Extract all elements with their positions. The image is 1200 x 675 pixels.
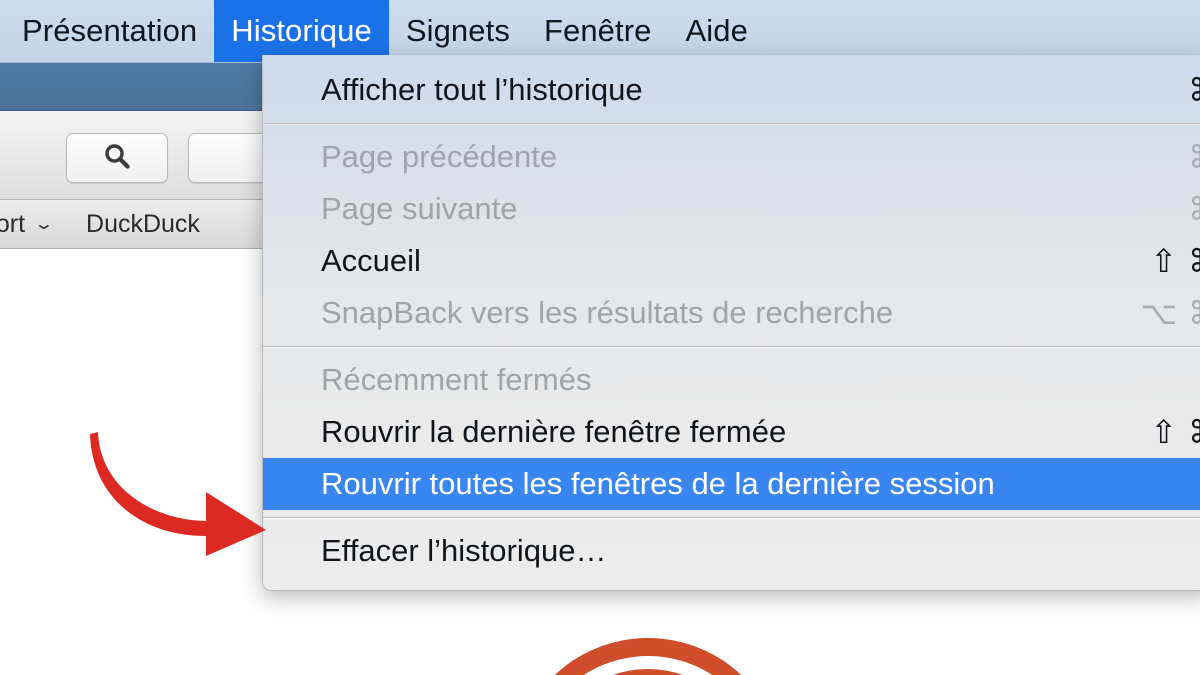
menubar-item-label: Présentation — [22, 13, 198, 48]
menu-item[interactable]: Afficher tout l’historique ⌘ — [263, 64, 1200, 116]
menu-item[interactable]: Rouvrir la dernière fenêtre fermée ⇧ ⌘ — [263, 406, 1200, 458]
menubar-item-label: Historique — [231, 13, 372, 48]
bookmark-label: DuckDuck — [86, 209, 200, 238]
menubar-item-signets[interactable]: Signets — [389, 0, 527, 62]
menu-separator — [263, 123, 1200, 124]
menubar-item-aide[interactable]: Aide — [668, 0, 764, 62]
search-button[interactable] — [66, 133, 168, 183]
bookmark-label: port — [0, 209, 26, 238]
menu-separator — [263, 517, 1200, 518]
menu-item[interactable]: Accueil ⇧ ⌘ — [263, 235, 1200, 287]
menu-item: Récemment fermés — [263, 354, 1200, 406]
menu-item-shortcut: ⌥ ⌘ — [1140, 295, 1200, 331]
screenshot-root: port ⌄ DuckDuck Présentation Historique Si… — [0, 0, 1200, 675]
menu-item-shortcut: ⌘ — [1188, 64, 1200, 116]
search-icon — [102, 141, 132, 176]
menu-item-label: Effacer l’historique… — [321, 533, 607, 568]
menubar-item-historique[interactable]: Historique — [214, 0, 389, 62]
menu-item: Page suivante ⌘ — [263, 183, 1200, 235]
menubar-item-fen-tre[interactable]: Fenêtre — [527, 0, 669, 62]
menu-item-label: Récemment fermés — [321, 362, 592, 397]
logo-ring — [530, 656, 766, 675]
menu-item-label: Afficher tout l’historique — [321, 72, 643, 107]
browser-toolbar — [0, 111, 262, 200]
menubar-item-label: Aide — [685, 13, 748, 48]
menu-item[interactable]: Rouvrir toutes les fenêtres de la derniè… — [263, 458, 1200, 510]
menubar-item-pr-sentation[interactable]: Présentation — [0, 0, 214, 62]
menu-item: SnapBack vers les résultats de recherche… — [263, 287, 1200, 339]
menu-item-label: Page suivante — [321, 191, 518, 226]
duckduckgo-logo — [512, 638, 784, 675]
menu-item: Page précédente ⌘ — [263, 131, 1200, 183]
menu-item-label: Page précédente — [321, 139, 558, 174]
menu-item-shortcut: ⌘ — [1188, 131, 1200, 183]
background-browser-window: port ⌄ DuckDuck — [0, 55, 262, 675]
bookmark-item-port[interactable]: port ⌄ — [0, 209, 55, 239]
menubar-item-label: Signets — [405, 13, 510, 48]
menu-item-label: Rouvrir toutes les fenêtres de la derniè… — [321, 466, 995, 501]
red-arrow-annotation — [90, 432, 266, 556]
menu-separator — [263, 346, 1200, 347]
toolbar-button-secondary[interactable] — [188, 133, 262, 183]
menu-item-shortcut: ⇧ ⌘ — [1150, 243, 1200, 279]
menu-item-label: SnapBack vers les résultats de recherche — [321, 295, 894, 330]
menu-bar: Présentation Historique Signets Fenêtre Aide — [0, 0, 1200, 63]
history-dropdown-menu: Afficher tout l’historique⌘Page précéden… — [262, 55, 1200, 591]
window-titlebar — [0, 55, 262, 111]
menu-item-label: Rouvrir la dernière fenêtre fermée — [321, 414, 787, 449]
menu-item-shortcut: ⇧ ⌘ — [1150, 414, 1200, 450]
bookmark-item-duckduckgo[interactable]: DuckDuck — [86, 210, 200, 239]
chevron-down-icon: ⌄ — [33, 215, 55, 233]
menu-item-shortcut: ⌘ — [1188, 183, 1200, 235]
menu-item-label: Accueil — [321, 243, 421, 278]
menubar-item-label: Fenêtre — [543, 13, 652, 48]
bookmarks-bar: port ⌄ DuckDuck — [0, 200, 262, 249]
menu-item[interactable]: Effacer l’historique… — [263, 525, 1200, 577]
